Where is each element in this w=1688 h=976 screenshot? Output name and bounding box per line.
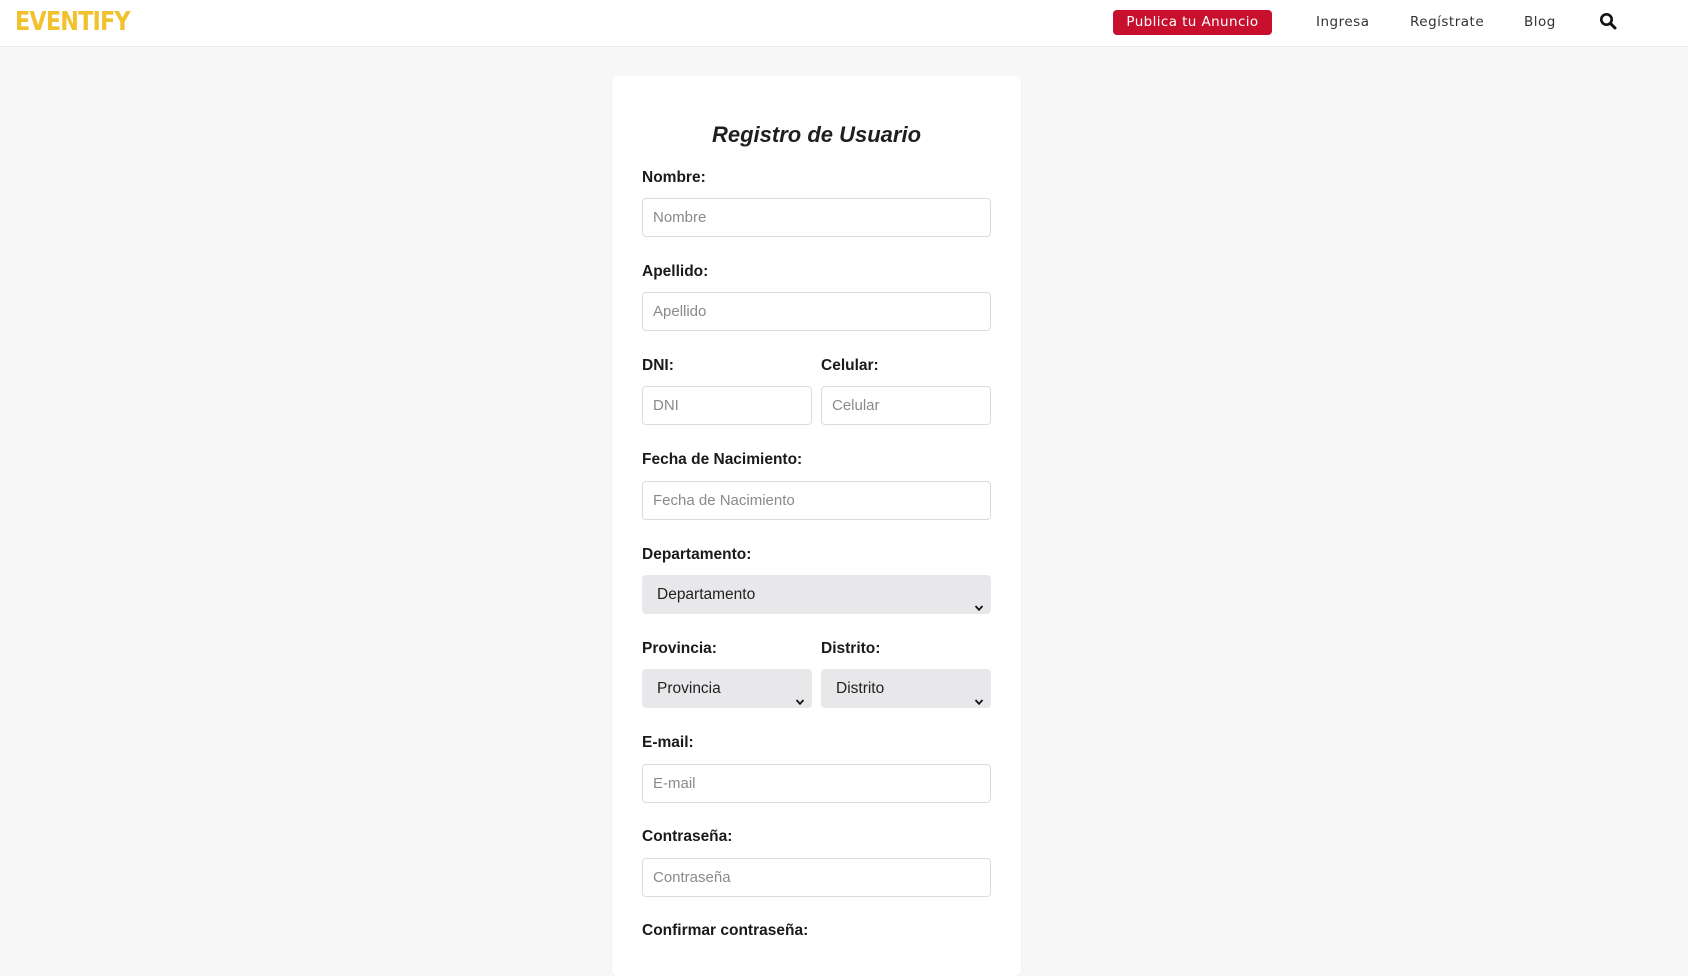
apellido-input[interactable]: [642, 292, 991, 331]
chevron-down-icon: [974, 683, 984, 706]
password-input[interactable]: [642, 858, 991, 897]
distrito-select[interactable]: Distrito: [821, 669, 991, 708]
fecha-nacimiento-label: Fecha de Nacimiento:: [642, 451, 803, 468]
email-input[interactable]: [642, 764, 991, 803]
provincia-select[interactable]: Provincia: [642, 669, 812, 708]
distrito-label: Distrito:: [821, 640, 881, 657]
provincia-select-value: Provincia: [657, 680, 721, 697]
publish-ad-button[interactable]: Publica tu Anuncio: [1113, 10, 1272, 35]
form-title: Registro de Usuario: [711, 122, 922, 147]
password-label: Contraseña:: [642, 828, 733, 845]
nav-login-link[interactable]: Ingresa: [1316, 13, 1369, 31]
chevron-down-icon: [974, 589, 984, 612]
nombre-input[interactable]: [642, 198, 991, 237]
chevron-down-icon: [795, 683, 805, 706]
registration-form-card: Registro de Usuario Nombre: Apellido: DN…: [612, 76, 1021, 976]
departamento-select[interactable]: Departamento: [642, 575, 991, 614]
provincia-label: Provincia:: [642, 640, 717, 657]
celular-label: Celular:: [821, 357, 879, 374]
email-label: E-mail:: [642, 734, 694, 751]
confirm-password-label: Confirmar contraseña:: [642, 922, 809, 939]
dni-label: DNI:: [642, 357, 674, 374]
top-navbar: EVENTIFY Publica tu Anuncio Ingresa Regí…: [0, 0, 1688, 47]
fecha-nacimiento-input[interactable]: [642, 481, 991, 520]
nav-register-link[interactable]: Regístrate: [1410, 13, 1484, 31]
distrito-select-value: Distrito: [836, 680, 885, 697]
brand-logo[interactable]: EVENTIFY: [15, 5, 131, 39]
departamento-select-value: Departamento: [657, 586, 756, 603]
search-icon[interactable]: [1599, 12, 1617, 30]
dni-input[interactable]: [642, 386, 812, 425]
departamento-label: Departamento:: [642, 546, 752, 563]
nombre-label: Nombre:: [642, 169, 706, 186]
nav-blog-link[interactable]: Blog: [1524, 13, 1556, 31]
celular-input[interactable]: [821, 386, 991, 425]
apellido-label: Apellido:: [642, 263, 709, 280]
